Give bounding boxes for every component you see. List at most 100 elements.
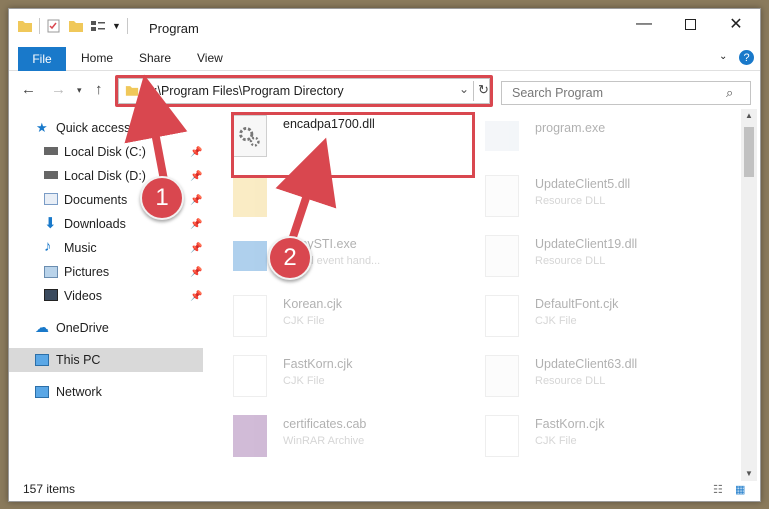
search-input[interactable]: Search Program ⌕	[501, 81, 751, 105]
file-name: program.exe	[535, 121, 606, 135]
up-arrow-icon[interactable]: ↑	[95, 81, 103, 98]
download-icon: ⬇	[44, 215, 57, 232]
back-arrow-icon[interactable]: ←	[21, 81, 36, 98]
file-type: WinRAR Archive	[283, 435, 365, 447]
sidebar-item-label: Local Disk (C:)	[64, 145, 146, 159]
file-item-certificates-cab[interactable]: certificates.cab WinRAR Archive	[213, 407, 449, 465]
sidebar-item-videos[interactable]: Videos 📌	[9, 284, 203, 308]
file-icon	[233, 355, 267, 397]
file-icon	[233, 295, 267, 337]
sidebar-item-label: Videos	[64, 289, 102, 303]
drive-icon	[44, 147, 58, 155]
exe-icon	[485, 121, 519, 151]
step-two-callout: 2	[268, 236, 312, 280]
pictures-icon	[44, 266, 58, 278]
chevron-down-icon[interactable]: ⌄	[719, 51, 727, 62]
file-name: FastKorn.cjk	[535, 417, 605, 431]
pin-icon[interactable]: 📌	[190, 219, 202, 230]
dll-gear-icon	[485, 175, 519, 217]
file-item-program-exe[interactable]: program.exe	[465, 107, 701, 165]
file-name: FastKorn.cjk	[283, 357, 353, 371]
tab-share[interactable]: Share	[139, 51, 171, 65]
scroll-up-icon[interactable]: ▲	[745, 111, 753, 120]
document-icon	[44, 193, 58, 205]
pin-icon[interactable]: 📌	[190, 291, 202, 302]
search-placeholder: Search Program	[512, 86, 604, 100]
window-title: Program	[149, 21, 199, 36]
sidebar-item-label: This PC	[56, 353, 101, 367]
chevron-down-icon[interactable]: ▼	[112, 21, 121, 31]
sidebar-item-quick-access[interactable]: ★ Quick access	[9, 116, 203, 140]
file-item-fastkorn-cjk-2[interactable]: FastKorn.cjk CJK File	[465, 407, 701, 465]
sidebar-item-network[interactable]: Network	[9, 380, 203, 404]
file-type: CJK File	[535, 435, 577, 447]
recent-chevron-icon[interactable]: ▾	[77, 85, 82, 96]
star-icon: ★	[36, 120, 48, 135]
minimize-button[interactable]: —	[621, 9, 667, 39]
music-icon: ♪	[44, 238, 52, 255]
new-folder-icon[interactable]	[68, 19, 84, 33]
scroll-down-icon[interactable]: ▼	[745, 469, 753, 478]
sidebar-item-onedrive[interactable]: ☁ OneDrive	[9, 316, 203, 340]
exe-icon	[233, 241, 267, 271]
maximize-button[interactable]	[667, 9, 713, 39]
step-one-callout: 1	[140, 176, 184, 220]
forward-arrow-icon[interactable]: →	[51, 81, 66, 98]
address-highlight	[115, 75, 493, 107]
navigation-row: ← → ▾ ↑ C:\Program Files\Program Directo…	[9, 74, 760, 107]
file-name: UpdateClient63.dll	[535, 357, 638, 371]
video-icon	[44, 289, 58, 301]
dll-gear-icon	[485, 355, 519, 397]
pin-icon[interactable]: 📌	[190, 195, 202, 206]
minimize-icon: —	[636, 15, 652, 32]
sidebar-item-label: Music	[64, 241, 97, 255]
sidebar-item-label: Documents	[64, 193, 128, 207]
folder-icon[interactable]	[17, 19, 33, 33]
file-item-korean-cjk[interactable]: Korean.cjk CJK File	[213, 287, 449, 345]
archive-icon	[233, 415, 267, 457]
file-item-fastkorn-cjk[interactable]: FastKorn.cjk CJK File	[213, 347, 449, 405]
file-name: DefaultFont.cjk	[535, 297, 619, 311]
dll-gear-icon	[485, 235, 519, 277]
file-icon	[485, 295, 519, 337]
close-button[interactable]: ✕	[713, 9, 759, 39]
properties-icon[interactable]	[46, 19, 62, 33]
pin-icon[interactable]: 📌	[190, 147, 202, 158]
tab-file[interactable]: File	[18, 47, 66, 71]
sidebar-item-label: Network	[56, 385, 102, 399]
scrollbar-thumb[interactable]	[744, 127, 754, 177]
sidebar-item-music[interactable]: ♪ Music 📌	[9, 236, 203, 260]
sidebar-item-this-pc[interactable]: This PC	[9, 348, 203, 372]
sidebar-item-label: Quick access	[56, 121, 131, 135]
sidebar-item-local-disk-c[interactable]: Local Disk (C:) 📌	[9, 140, 203, 164]
quick-access-toolbar: ▼	[17, 18, 128, 34]
help-icon[interactable]: ?	[739, 50, 754, 65]
pin-icon[interactable]: 📌	[190, 243, 202, 254]
file-name: Korean.cjk	[283, 297, 343, 311]
file-icon	[485, 415, 519, 457]
sidebar-item-label: Downloads	[64, 217, 126, 231]
large-icons-view-icon[interactable]: ▦	[735, 483, 745, 496]
computer-icon	[35, 354, 49, 366]
sidebar-item-label: Pictures	[64, 265, 110, 279]
file-item-updateclient63-dll[interactable]: UpdateClient63.dll Resource DLL	[465, 347, 701, 405]
file-type: Resource DLL	[535, 255, 606, 267]
file-type: CJK File	[535, 315, 577, 327]
vertical-scrollbar[interactable]: ▲ ▼	[741, 109, 757, 481]
pin-icon[interactable]: 📌	[190, 171, 202, 182]
sidebar-item-pictures[interactable]: Pictures 📌	[9, 260, 203, 284]
file-item-exe[interactable]: ...ppySTI.exe ...or id event hand...	[213, 227, 449, 285]
file-item-updateclient5-dll[interactable]: UpdateClient5.dll Resource DLL	[465, 167, 701, 225]
explorer-window: ▼ Program — ✕ File Home Share View ⌄ ? ←…	[8, 8, 761, 502]
tab-home[interactable]: Home	[81, 51, 113, 65]
view-toggle-icon[interactable]	[90, 19, 106, 33]
tab-view[interactable]: View	[197, 51, 223, 65]
file-type: Resource DLL	[535, 195, 606, 207]
details-view-icon[interactable]: ☷	[713, 483, 723, 496]
file-item-updateclient19-dll[interactable]: UpdateClient19.dll Resource DLL	[465, 227, 701, 285]
file-name: certificates.cab	[283, 417, 367, 431]
file-item-defaultfont-cjk[interactable]: DefaultFont.cjk CJK File	[465, 287, 701, 345]
pin-icon[interactable]: 📌	[190, 267, 202, 278]
file-type: CJK File	[283, 375, 325, 387]
search-icon[interactable]: ⌕	[726, 85, 733, 101]
